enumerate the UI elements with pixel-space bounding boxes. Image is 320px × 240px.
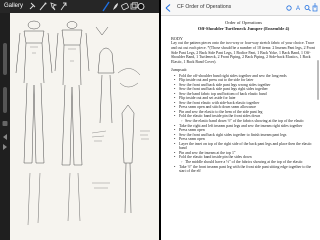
steps-list: Fold the off-shoulder band right sides t… [171, 74, 316, 174]
document-title: CF Order of Operations [177, 4, 232, 10]
fashion-sketch-image [15, 20, 150, 226]
step-item: Take ½" the front inseam pant leg with t… [171, 165, 316, 174]
selection-icon[interactable] [50, 2, 58, 11]
arrow-icon[interactable] [60, 2, 67, 11]
drawing-canvas[interactable] [10, 13, 159, 240]
magic-wand-icon[interactable] [39, 2, 47, 11]
doc-subheading: Off-Shoulder Turtleneck Jumper (Ensemble… [197, 25, 290, 31]
document-body: Order of Operations Off-Shoulder Turtlen… [171, 20, 316, 174]
body-paragraph: Lay out the pattern pieces onto the two-… [171, 41, 315, 64]
gallery-button[interactable]: Gallery [4, 0, 23, 13]
smudge-icon[interactable] [113, 3, 119, 10]
undo-icon[interactable] [3, 134, 7, 140]
document-header: A CF Order of Operations [161, 0, 320, 16]
opacity-slider[interactable] [3, 87, 7, 113]
app-toolbar: Gallery [0, 0, 159, 13]
settings-icon[interactable] [286, 5, 292, 11]
layers-icon[interactable] [130, 2, 138, 10]
redo-icon[interactable] [3, 144, 7, 150]
svg-text:A: A [296, 6, 300, 12]
scroll-indicator[interactable] [317, 60, 319, 100]
document-pane: A CF Order of Operations Order of Operat… [161, 0, 320, 240]
jumpsuit-section-label: Jumpsuit: [171, 67, 188, 73]
eraser-icon[interactable] [121, 2, 129, 11]
wrench-icon[interactable] [29, 2, 36, 10]
step-item: Layer the inset on top of the right side… [171, 142, 316, 151]
brush-size-slider[interactable] [3, 43, 7, 75]
sidebar-tools [0, 13, 10, 240]
share-icon[interactable] [312, 3, 318, 12]
search-icon[interactable] [304, 5, 311, 12]
back-icon[interactable] [165, 4, 171, 12]
drawing-app-pane: Gallery [0, 0, 159, 240]
modify-button[interactable] [2, 121, 8, 126]
font-icon[interactable]: A [296, 6, 300, 12]
color-swatch[interactable] [137, 3, 145, 10]
toolbar-icons [29, 1, 145, 12]
brush-icon[interactable] [102, 1, 110, 12]
